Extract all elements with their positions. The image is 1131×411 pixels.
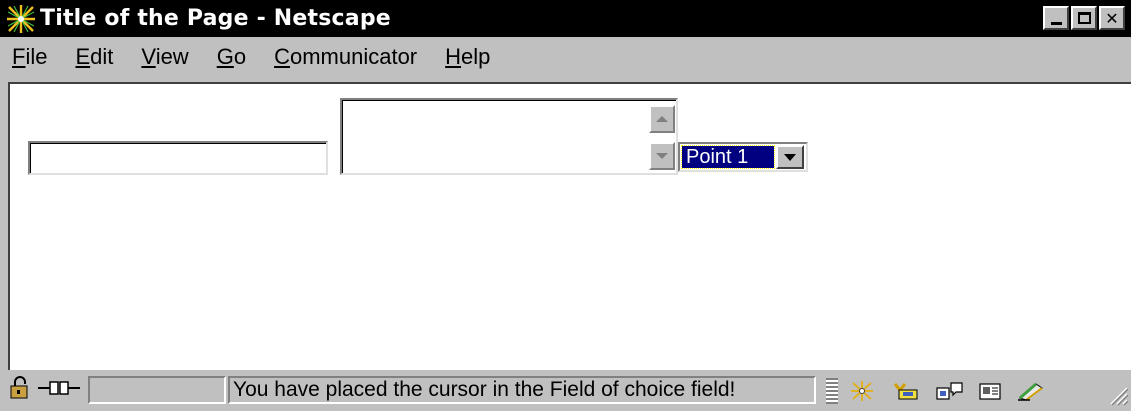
menu-communicator-label: ommunicator xyxy=(289,44,418,69)
menu-edit-label: dit xyxy=(90,44,114,69)
choice-select[interactable]: Point 1 xyxy=(678,142,808,172)
maximize-button[interactable] xyxy=(1071,6,1097,30)
menu-communicator[interactable]: Communicator xyxy=(274,44,417,70)
maximize-icon xyxy=(1077,12,1091,24)
menu-help[interactable]: Help xyxy=(445,44,490,70)
menu-edit-accel: E xyxy=(75,44,91,69)
menu-file-label: ile xyxy=(25,44,48,69)
textarea-field[interactable] xyxy=(340,98,678,175)
netscape-logo-icon xyxy=(6,3,36,34)
arrow-down-icon xyxy=(656,153,668,159)
menu-help-accel: H xyxy=(445,44,462,69)
minimize-button[interactable] xyxy=(1043,6,1069,30)
menu-help-label: elp xyxy=(461,44,491,69)
textarea-scrollbar[interactable] xyxy=(647,101,675,172)
menu-communicator-accel: C xyxy=(274,44,290,69)
status-bar: You have placed the cursor in the Field … xyxy=(0,372,1131,408)
window-title: Title of the Page - Netscape xyxy=(40,6,391,31)
address-book-icon[interactable] xyxy=(977,380,1003,400)
menu-go-label: o xyxy=(233,44,247,69)
close-button[interactable]: ✕ xyxy=(1099,6,1125,30)
netscape-window: Title of the Page - Netscape ✕ File Edit… xyxy=(0,0,1131,408)
mailbox-icon[interactable] xyxy=(891,380,918,400)
scroll-up-button[interactable] xyxy=(649,105,675,133)
menu-view-accel: V xyxy=(141,44,156,69)
scroll-down-button[interactable] xyxy=(649,142,675,170)
menu-go-accel: G xyxy=(216,44,234,69)
resize-grip-icon[interactable] xyxy=(1107,384,1129,406)
discussion-icon[interactable] xyxy=(935,380,963,400)
progress-field xyxy=(88,376,226,404)
menu-view-label: iew xyxy=(155,44,189,69)
component-bar-grip[interactable] xyxy=(826,378,838,404)
select-selected-value: Point 1 xyxy=(681,145,775,169)
chevron-down-icon xyxy=(784,153,796,161)
arrow-up-icon xyxy=(656,116,668,122)
menu-bar: File Edit View Go Communicator Help xyxy=(0,37,1131,77)
window-controls: ✕ xyxy=(1041,6,1125,30)
menu-view[interactable]: View xyxy=(141,44,188,70)
menu-file[interactable]: File xyxy=(12,44,47,70)
page-content: Point 1 xyxy=(8,82,1131,370)
menu-file-accel: F xyxy=(12,44,26,69)
composer-icon[interactable] xyxy=(1016,380,1043,401)
minimize-icon xyxy=(1050,21,1062,25)
menu-go[interactable]: Go xyxy=(217,44,246,70)
navigator-icon[interactable] xyxy=(850,380,876,401)
connection-plug-icon[interactable] xyxy=(38,377,80,404)
title-bar[interactable]: Title of the Page - Netscape ✕ xyxy=(0,0,1131,37)
select-dropdown-button[interactable] xyxy=(776,145,804,169)
menu-edit[interactable]: Edit xyxy=(75,44,113,70)
status-left-icons xyxy=(8,375,86,405)
close-icon: ✕ xyxy=(1105,8,1119,28)
status-message: You have placed the cursor in the Field … xyxy=(228,376,816,404)
security-lock-icon[interactable] xyxy=(8,375,34,405)
text-field[interactable] xyxy=(28,141,328,175)
